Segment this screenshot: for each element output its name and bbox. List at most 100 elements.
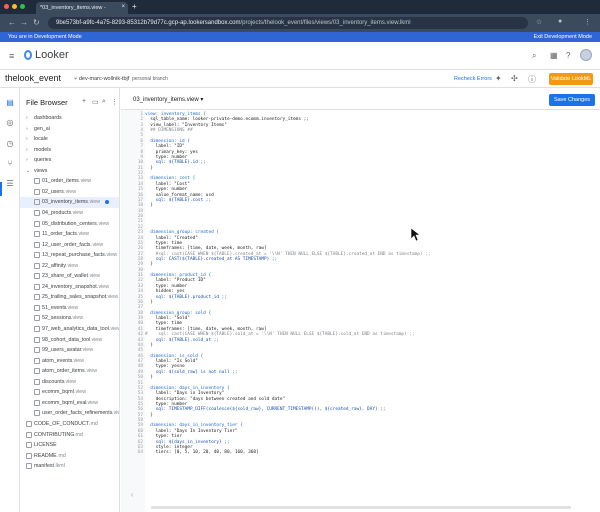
file-item[interactable]: CODE_OF_CONDUCT .md — [20, 419, 119, 430]
code-line[interactable]: sql: ${sold_raw} is not null ;; — [145, 370, 238, 375]
file-item[interactable]: atom_events .view — [20, 356, 119, 367]
horizontal-scrollbar[interactable] — [151, 506, 571, 509]
file-item[interactable]: 12_user_order_facts .view — [20, 240, 119, 251]
object-browser-icon[interactable]: ◎ — [5, 118, 15, 127]
browser-tab[interactable]: *03_inventory_items.view - × — [36, 2, 128, 14]
file-tree-label: ecomm_bqml — [42, 389, 74, 396]
looker-logo[interactable]: Looker — [24, 49, 69, 61]
new-tab-icon[interactable]: + — [132, 2, 137, 11]
file-item[interactable]: 03_inventory_items .view — [20, 197, 119, 208]
code-line[interactable]: sql: ${TABLE}.product_id ;; — [145, 295, 227, 300]
code-line[interactable]: sql: TIMESTAMP_DIFF(coalesce(${sold_raw}… — [145, 407, 386, 412]
chevron-down-icon[interactable]: ⌄ — [26, 168, 30, 174]
code-line[interactable]: sql: ${TABLE}.sold_at ;; — [145, 338, 219, 343]
minimize-window-icon[interactable] — [12, 4, 17, 9]
folder-item[interactable]: › queries — [20, 155, 119, 166]
files-icon[interactable]: ▤ — [5, 98, 15, 107]
code-line[interactable]: sql: ${TABLE}.cost ;; — [145, 198, 212, 203]
search-icon[interactable]: ⌕ — [532, 51, 536, 61]
validate-lookml-button[interactable]: Validate LookML — [549, 73, 593, 85]
main-menu-icon[interactable]: ≡ — [9, 51, 14, 61]
back-icon[interactable]: ← — [8, 18, 16, 27]
file-item[interactable]: 05_distribution_centers .view — [20, 219, 119, 230]
code-line[interactable]: } — [145, 300, 153, 305]
info-icon[interactable]: ⓘ — [528, 74, 536, 85]
code-line[interactable]: } — [145, 203, 153, 208]
file-item[interactable]: 22_affinity .view — [20, 261, 119, 272]
editor-file-tab[interactable]: 03_inventory_items.view ▾ — [133, 96, 203, 103]
avatar[interactable] — [580, 49, 592, 61]
code-line[interactable]: } — [145, 262, 153, 267]
save-changes-button[interactable]: Save Changes — [549, 94, 595, 106]
collapse-panel-icon[interactable]: ‹ — [121, 492, 143, 499]
branch-selector[interactable]: ⑂ dev-marc-wollnik-tbjf — [74, 76, 129, 82]
code-line[interactable]: } — [145, 413, 153, 418]
file-item[interactable]: 52_sessions .view — [20, 313, 119, 324]
file-item[interactable]: user_order_facts_refinements.view — [20, 408, 119, 419]
file-item[interactable]: README .md — [20, 451, 119, 462]
file-item[interactable]: 99_users_avatar .view — [20, 345, 119, 356]
file-tree-label: ecomm_bqml_eval — [42, 399, 87, 406]
settings-sliders-icon[interactable]: ☰ — [5, 179, 15, 188]
close-window-icon[interactable] — [4, 4, 9, 9]
code-line[interactable]: } — [145, 375, 153, 380]
browser-menu-icon[interactable]: ⋮ — [584, 18, 591, 26]
folder-item[interactable]: › dashboards — [20, 113, 119, 124]
folder-item[interactable]: › models — [20, 145, 119, 156]
file-item[interactable]: 23_share_of_wallet .view — [20, 271, 119, 282]
help-icon[interactable]: ? — [566, 51, 570, 60]
code-line[interactable]: tiers: [0, 5, 10, 20, 40, 80, 160, 360] — [145, 450, 259, 455]
file-item[interactable]: LICENSE — [20, 440, 119, 451]
forward-icon[interactable]: → — [20, 18, 28, 27]
profile-icon[interactable]: ● — [558, 18, 562, 25]
file-item[interactable]: 04_products .view — [20, 208, 119, 219]
file-item[interactable]: CONTRIBUTING .md — [20, 430, 119, 441]
close-tab-icon[interactable]: × — [121, 4, 125, 10]
compass-icon[interactable]: ✣ — [511, 74, 518, 83]
bookmark-star-icon[interactable]: ☆ — [536, 18, 542, 26]
file-item[interactable]: 25_trailing_sales_snapshot .view — [20, 292, 119, 303]
git-icon[interactable]: ⑂ — [5, 159, 15, 168]
history-icon[interactable]: ◷ — [5, 139, 15, 148]
code-line[interactable]: } — [145, 166, 153, 171]
file-item[interactable]: 13_repeat_purchase_facts .view — [20, 250, 119, 261]
folder-icon[interactable]: ▭ — [92, 98, 99, 106]
chevron-right-icon[interactable]: › — [26, 157, 28, 163]
file-icon — [34, 178, 40, 185]
file-item[interactable]: 51_events .view — [20, 303, 119, 314]
chevron-right-icon[interactable]: › — [26, 115, 28, 121]
maximize-window-icon[interactable] — [20, 4, 25, 9]
sparkle-icon[interactable]: ✦ — [495, 74, 502, 83]
more-icon[interactable]: ⋮ — [111, 98, 118, 106]
code-line[interactable]: sql: ${TABLE}.id ;; — [145, 160, 206, 165]
folder-item[interactable]: ⌄ views — [20, 166, 119, 177]
chevron-right-icon[interactable]: › — [26, 147, 28, 153]
address-bar[interactable]: 9be573bf-a9fc-4a75-8293-85312b79d77c.gcp… — [48, 17, 528, 29]
file-item[interactable]: discounts .view — [20, 377, 119, 388]
file-item[interactable]: 98_cohort_data_tool .view — [20, 335, 119, 346]
code-editor[interactable]: 1 2 3 4 5 6 7 8 9 10 11 12 13 14 15 16 17 18 19 20 21 22 23 24 2… — [121, 110, 600, 512]
file-item[interactable]: atom_order_items .view — [20, 366, 119, 377]
file-item[interactable]: ecomm_bqml .view — [20, 387, 119, 398]
code-line[interactable]: } — [145, 343, 153, 348]
file-item[interactable]: 02_users .view — [20, 187, 119, 198]
add-file-icon[interactable]: + — [82, 98, 86, 105]
file-item[interactable]: manifest .lkml — [20, 461, 119, 472]
file-item[interactable]: 11_order_facts .view — [20, 229, 119, 240]
file-item[interactable]: 01_order_items .view — [20, 176, 119, 187]
chevron-right-icon[interactable]: › — [26, 136, 28, 142]
recheck-errors-button[interactable]: Recheck Errors — [454, 76, 492, 82]
file-item[interactable]: ecomm_bqml_eval .view — [20, 398, 119, 409]
reload-icon[interactable]: ↻ — [33, 18, 40, 27]
code-line[interactable]: ## DIMENSIONS ## — [145, 128, 192, 133]
file-item[interactable]: 24_inventory_snapshot .view — [20, 282, 119, 293]
file-item[interactable]: 97_web_analytics_data_tool .view — [20, 324, 119, 335]
code-line[interactable]: sql: CAST(${TABLE}.created_at AS TIMESTA… — [145, 257, 278, 262]
search-files-icon[interactable]: ⌕ — [102, 98, 106, 106]
folder-item[interactable]: › gen_ai — [20, 124, 119, 135]
file-extension: .view — [97, 283, 110, 290]
chevron-right-icon[interactable]: › — [26, 126, 28, 132]
folder-item[interactable]: › locale — [20, 134, 119, 145]
exit-dev-mode-link[interactable]: Exit Development Mode — [534, 34, 592, 40]
apps-icon[interactable]: ▦ — [550, 51, 558, 60]
